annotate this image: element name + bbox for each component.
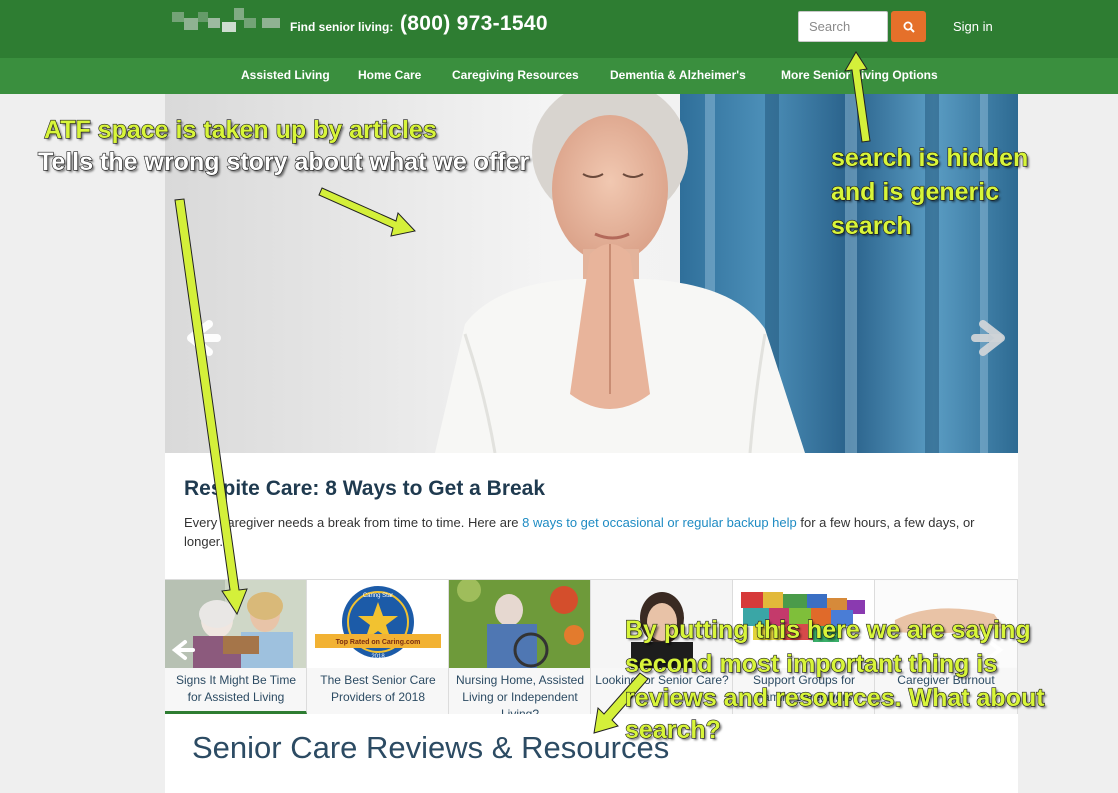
thumbnail-nursing-home[interactable]: Nursing Home, Assisted Living or Indepen… bbox=[449, 580, 591, 714]
annotation-bottom-line3: reviews and resources. What about bbox=[624, 683, 1045, 712]
annotation-bottom-line4: search? bbox=[624, 715, 721, 744]
caring-star-badge-icon: Top Rated on Caring.com 2018 Caring Star bbox=[307, 580, 448, 668]
top-header: Find senior living: (800) 973-1540 Sign … bbox=[0, 0, 1118, 58]
nav-item-dementia-alzheimers[interactable]: Dementia & Alzheimer's bbox=[610, 68, 746, 82]
featured-article-title[interactable]: Respite Care: 8 Ways to Get a Break bbox=[184, 477, 545, 501]
thumbnail-caption: Nursing Home, Assisted Living or Indepen… bbox=[455, 673, 585, 714]
annotation-atf-line1: ATF space is taken up by articles bbox=[43, 115, 437, 144]
thumbnail-image-two-women bbox=[165, 580, 306, 668]
annotation-search-line1: search is hidden bbox=[830, 143, 1029, 172]
magnifier-icon bbox=[903, 21, 915, 33]
nav-item-more-options[interactable]: More Senior Living Options bbox=[781, 68, 938, 82]
carousel-next-arrow-icon[interactable] bbox=[961, 316, 1005, 360]
site-logo-blurred[interactable] bbox=[172, 6, 282, 36]
carousel-prev-arrow-icon[interactable] bbox=[177, 316, 221, 360]
annotation-search-line2: and is generic bbox=[830, 177, 1000, 206]
nav-item-home-care[interactable]: Home Care bbox=[358, 68, 421, 82]
badge-year-text: 2018 bbox=[371, 654, 385, 660]
thumbnail-best-providers[interactable]: Top Rated on Caring.com 2018 Caring Star… bbox=[307, 580, 449, 714]
search-button[interactable] bbox=[891, 11, 926, 42]
find-senior-living-label: Find senior living: bbox=[290, 20, 394, 34]
thumbnail-assisted-living[interactable]: Signs It Might Be Time for Assisted Livi… bbox=[165, 580, 307, 714]
badge-top-text: Caring Star bbox=[363, 593, 393, 599]
main-nav: Assisted Living Home Care Caregiving Res… bbox=[0, 58, 1118, 94]
section-heading-reviews-resources: Senior Care Reviews & Resources bbox=[192, 730, 670, 765]
annotation-search-line3: search bbox=[830, 211, 912, 240]
phone-number-link[interactable]: (800) 973-1540 bbox=[400, 12, 548, 36]
annotation-bottom-line2: second most important thing is bbox=[624, 649, 998, 678]
nav-item-assisted-living[interactable]: Assisted Living bbox=[241, 68, 330, 82]
summary-text-start: Every caregiver needs a break from time … bbox=[184, 515, 523, 530]
featured-article-summary: Every caregiver needs a break from time … bbox=[184, 513, 984, 551]
nav-item-caregiving-resources[interactable]: Caregiving Resources bbox=[452, 68, 579, 82]
thumbnail-caption: Signs It Might Be Time for Assisted Livi… bbox=[175, 673, 297, 704]
thumbnail-caption: The Best Senior Care Providers of 2018 bbox=[320, 673, 436, 704]
featured-article-link[interactable]: 8 ways to get occasional or regular back… bbox=[522, 515, 797, 530]
annotation-atf-line2: Tells the wrong story about what we offe… bbox=[37, 147, 530, 176]
annotation-bottom-line1: By putting this here we are saying bbox=[624, 615, 1031, 644]
sign-in-link[interactable]: Sign in bbox=[953, 19, 993, 34]
badge-ribbon-text: Top Rated on Caring.com bbox=[336, 639, 421, 646]
page: Find senior living: (800) 973-1540 Sign … bbox=[0, 0, 1118, 793]
search-input[interactable] bbox=[798, 11, 888, 42]
thumbnail-image-wheelchair bbox=[449, 580, 590, 668]
featured-article: Respite Care: 8 Ways to Get a Break Ever… bbox=[165, 453, 1018, 579]
